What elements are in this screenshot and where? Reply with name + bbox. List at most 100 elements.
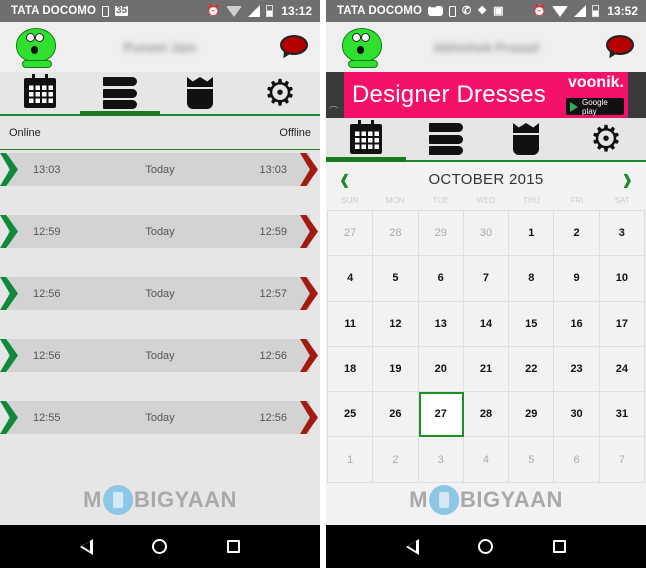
session-row[interactable]: 12:55 Today 12:56 xyxy=(0,401,320,434)
calendar-day[interactable]: 26 xyxy=(373,392,419,438)
tab-calendar[interactable] xyxy=(326,118,406,162)
ad-choices-icon[interactable]: ⌒ xyxy=(329,104,338,117)
signal-icon xyxy=(248,5,261,17)
calendar-day[interactable]: 2 xyxy=(373,437,419,483)
calendar-day[interactable]: 17 xyxy=(599,301,645,347)
calendar-day[interactable]: 3 xyxy=(599,211,645,257)
calendar-day[interactable]: 5 xyxy=(509,437,555,483)
recents-button[interactable] xyxy=(227,540,241,553)
contact-name: Abhishek Prasad xyxy=(433,39,539,55)
calendar-day[interactable]: 10 xyxy=(599,256,645,302)
calendar-day[interactable]: 16 xyxy=(554,301,600,347)
clock: 13:52 xyxy=(607,4,638,18)
calendar-day[interactable]: 6 xyxy=(554,437,600,483)
weekday-label: THU xyxy=(523,196,540,205)
calendar-day[interactable]: 11 xyxy=(328,301,374,347)
offline-time: 12:59 xyxy=(259,225,287,238)
calendar-icon xyxy=(350,120,382,154)
calendar-day[interactable]: 27 xyxy=(328,211,374,257)
calendar-day[interactable]: 20 xyxy=(418,346,464,393)
tab-history[interactable] xyxy=(406,118,486,160)
session-row[interactable]: 12:56 Today 12:56 xyxy=(0,339,320,372)
calendar-day[interactable]: 5 xyxy=(373,256,419,302)
app-header: Abhishek Prasad xyxy=(326,22,646,72)
calendar-day[interactable]: 29 xyxy=(418,211,464,257)
session-row[interactable]: 12:59 Today 12:59 xyxy=(0,215,320,248)
crown-icon xyxy=(513,123,539,155)
calendar-day[interactable]: 8 xyxy=(509,256,555,302)
calendar-day[interactable]: 3 xyxy=(418,437,464,483)
tab-bar: ⚙ xyxy=(326,118,646,162)
calendar-day[interactable]: 14 xyxy=(463,301,510,347)
calendar-day[interactable]: 22 xyxy=(509,346,555,393)
calendar-day[interactable]: 15 xyxy=(509,301,555,347)
watermark-text-start: M xyxy=(83,487,102,512)
tab-premium[interactable] xyxy=(160,72,240,114)
session-row[interactable]: 13:03 Today 13:03 xyxy=(0,153,320,186)
home-button[interactable] xyxy=(152,539,168,554)
calendar-day[interactable]: 29 xyxy=(509,392,555,438)
calendar-day[interactable]: 30 xyxy=(554,392,600,438)
online-column-label: Online xyxy=(9,126,41,139)
chat-bubble-icon[interactable] xyxy=(280,35,308,61)
calendar-day[interactable]: 1 xyxy=(509,211,555,257)
notification-badge: 35 xyxy=(115,5,129,16)
calendar-day[interactable]: 30 xyxy=(463,211,510,257)
chat-bubble-icon[interactable] xyxy=(606,35,634,61)
calendar-icon xyxy=(24,74,56,108)
app-logo-icon xyxy=(14,26,58,68)
home-button[interactable] xyxy=(478,539,494,554)
weekday-header: SUN MON TUE WED THU FRI SAT xyxy=(326,196,646,208)
back-button[interactable] xyxy=(79,538,93,555)
alarm-icon: ⏰ xyxy=(206,4,221,17)
calendar-day[interactable]: 13 xyxy=(418,301,464,347)
next-month-button[interactable]: › xyxy=(623,160,632,197)
watermark: M BIGYAAN xyxy=(83,485,237,515)
calendar-day[interactable]: 7 xyxy=(463,256,510,302)
tab-history[interactable] xyxy=(80,72,160,116)
recents-button[interactable] xyxy=(553,540,567,553)
calendar-day[interactable]: 7 xyxy=(599,437,645,483)
month-title: OCTOBER 2015 xyxy=(428,170,544,188)
session-row[interactable]: 12:56 Today 12:57 xyxy=(0,277,320,310)
phone-logo-icon xyxy=(102,485,133,515)
session-day: Today xyxy=(145,287,175,300)
battery-icon xyxy=(592,5,600,17)
tab-premium[interactable] xyxy=(486,118,566,160)
calendar-day[interactable]: 1 xyxy=(328,437,374,483)
ad-banner[interactable]: Designer Dresses voonik. Google play ⌒ xyxy=(326,72,646,118)
offline-time: 13:03 xyxy=(259,163,287,176)
calendar-day[interactable]: 25 xyxy=(328,392,374,438)
calendar-day[interactable]: 19 xyxy=(373,346,419,393)
tab-settings[interactable]: ⚙ xyxy=(240,72,320,114)
tab-calendar[interactable] xyxy=(0,72,80,114)
calendar-day[interactable]: 21 xyxy=(463,346,510,393)
prev-month-button[interactable]: ‹ xyxy=(340,160,349,197)
calendar-day[interactable]: 31 xyxy=(599,392,645,438)
clock: 13:12 xyxy=(281,4,312,18)
calendar-day[interactable]: 6 xyxy=(418,256,464,302)
calendar-day[interactable]: 18 xyxy=(328,346,374,393)
google-play-badge[interactable]: Google play xyxy=(566,98,624,116)
calendar-day[interactable]: 4 xyxy=(463,437,510,483)
calendar-day[interactable]: 4 xyxy=(328,256,374,302)
back-button[interactable] xyxy=(405,538,419,555)
app-logo-icon xyxy=(340,26,384,68)
ad-headline: Designer Dresses xyxy=(352,81,546,108)
session-day: Today xyxy=(145,163,175,176)
offline-time: 12:56 xyxy=(259,349,287,362)
weekday-label: MON xyxy=(385,196,405,205)
calendar-day[interactable]: 28 xyxy=(463,392,510,438)
tab-settings[interactable]: ⚙ xyxy=(566,118,646,160)
calendar-day-selected[interactable]: 27 xyxy=(418,392,464,438)
calendar-day[interactable]: 12 xyxy=(373,301,419,347)
calendar-day[interactable]: 2 xyxy=(554,211,600,257)
weekday-label: WED xyxy=(476,196,496,205)
gear-icon: ⚙ xyxy=(263,72,297,113)
online-time: 13:03 xyxy=(33,163,61,176)
calendar-day[interactable]: 9 xyxy=(554,256,600,302)
calendar-day[interactable]: 28 xyxy=(373,211,419,257)
calendar-grid: 27 28 29 30 1 2 3 4 5 6 7 8 9 10 11 12 13 14 15 16 17 18 19 20 2… xyxy=(327,210,645,483)
calendar-day[interactable]: 23 xyxy=(554,346,600,393)
calendar-day[interactable]: 24 xyxy=(599,346,645,393)
